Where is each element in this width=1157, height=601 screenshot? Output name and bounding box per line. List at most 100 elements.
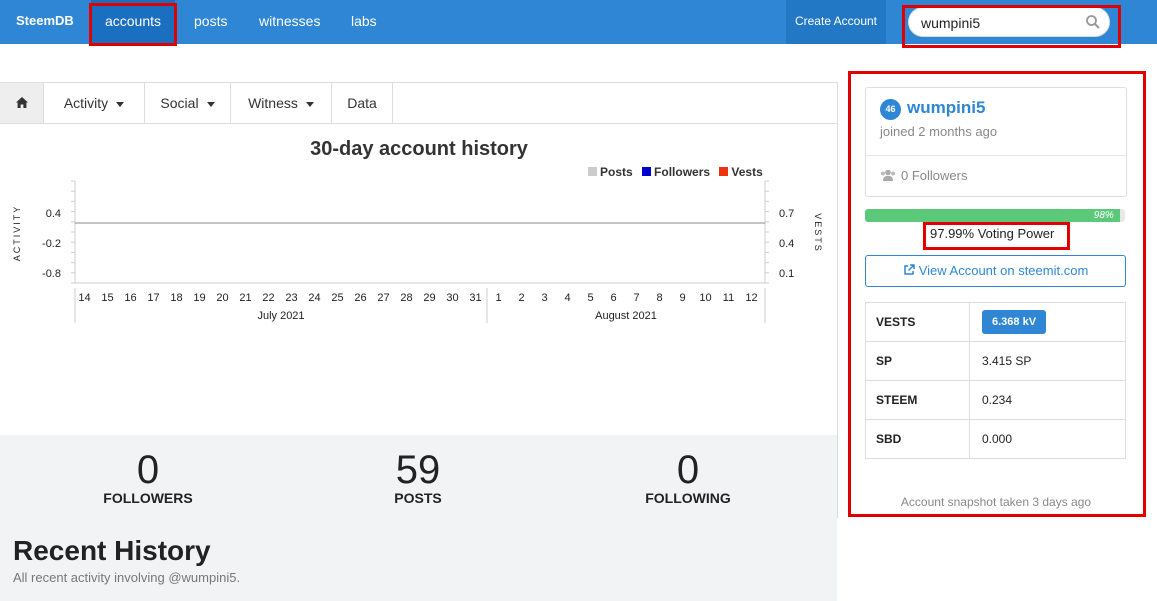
recent-history-title: Recent History bbox=[13, 535, 211, 566]
tab-activity[interactable]: Activity bbox=[44, 83, 145, 123]
x-tick-label: 17 bbox=[147, 292, 159, 304]
y-tick-label: -0.8 bbox=[42, 268, 61, 280]
recent-history-subtitle: All recent activity involving @wumpini5. bbox=[13, 570, 241, 585]
nav-accounts[interactable]: accounts bbox=[91, 0, 175, 44]
home-icon bbox=[15, 97, 28, 108]
x-tick-label: 10 bbox=[699, 292, 711, 304]
stat-value: 0 bbox=[136, 448, 160, 492]
stat-posts[interactable]: 59 POSTS bbox=[318, 447, 518, 506]
search-icon[interactable] bbox=[1085, 14, 1101, 30]
y-axis-label: VESTS bbox=[813, 213, 823, 253]
tab-activity-label: Activity bbox=[63, 95, 109, 111]
chevron-down-icon bbox=[206, 101, 215, 107]
nav-posts[interactable]: posts bbox=[194, 0, 227, 44]
balance-key: SBD bbox=[865, 419, 970, 459]
nav-labs[interactable]: labs bbox=[351, 0, 377, 44]
x-tick-label: 27 bbox=[377, 292, 389, 304]
stats-section: 0 FOLLOWERS 59 POSTS 0 FOLLOWING Recent … bbox=[0, 435, 837, 601]
search-input[interactable] bbox=[921, 13, 1081, 33]
tab-social[interactable]: Social bbox=[145, 83, 231, 123]
x-tick-label: 20 bbox=[216, 292, 228, 304]
external-link-icon bbox=[903, 264, 915, 275]
x-tick-label: 24 bbox=[308, 292, 320, 304]
voting-power-fill: 98% bbox=[865, 209, 1120, 222]
account-subnav: Activity Social Witness Data bbox=[0, 83, 837, 124]
stat-value: 0 bbox=[676, 448, 700, 492]
balance-key: STEEM bbox=[865, 380, 970, 420]
y-tick-label: 0.1 bbox=[779, 268, 794, 280]
y-tick-label: 0.4 bbox=[46, 208, 61, 220]
balance-value: 0.000 bbox=[969, 419, 1126, 459]
stat-following[interactable]: 0 FOLLOWING bbox=[588, 447, 788, 506]
y-tick-label: 0.7 bbox=[779, 208, 794, 220]
tab-witness[interactable]: Witness bbox=[231, 83, 332, 123]
table-row: SP 3.415 SP bbox=[865, 341, 1126, 381]
x-tick-label: 3 bbox=[541, 292, 547, 304]
x-tick-label: 25 bbox=[331, 292, 343, 304]
tab-data-label: Data bbox=[347, 95, 377, 111]
x-tick-label: 9 bbox=[679, 292, 685, 304]
y-tick-label: 0.4 bbox=[779, 238, 794, 250]
tab-social-label: Social bbox=[160, 95, 199, 111]
x-tick-label: 8 bbox=[656, 292, 662, 304]
tab-witness-label: Witness bbox=[248, 95, 298, 111]
x-group-label: August 2021 bbox=[595, 310, 657, 322]
x-tick-label: 18 bbox=[170, 292, 182, 304]
x-tick-label: 1 bbox=[495, 292, 501, 304]
balances-table: VESTS 6.368 kV SP 3.415 SP STEEM 0.234 S… bbox=[865, 302, 1126, 459]
stat-label: POSTS bbox=[394, 490, 442, 506]
vests-badge[interactable]: 6.368 kV bbox=[982, 310, 1047, 334]
x-tick-label: 5 bbox=[587, 292, 593, 304]
followers-label: 0 Followers bbox=[901, 168, 968, 183]
x-tick-label: 26 bbox=[354, 292, 366, 304]
followers-count: 0 Followers bbox=[880, 168, 967, 183]
divider bbox=[866, 155, 1126, 156]
table-row: VESTS 6.368 kV bbox=[865, 302, 1126, 342]
account-sidebar: 46 wumpini5 joined 2 months ago 0 Follow… bbox=[850, 72, 1145, 518]
x-tick-label: 11 bbox=[723, 292, 734, 304]
x-tick-label: 31 bbox=[469, 292, 481, 304]
x-tick-label: 30 bbox=[446, 292, 458, 304]
stat-value: 59 bbox=[395, 448, 441, 492]
reputation-badge: 46 bbox=[880, 99, 901, 120]
nav-witnesses[interactable]: witnesses bbox=[259, 0, 320, 44]
balance-value: 0.234 bbox=[969, 380, 1126, 420]
x-tick-label: 22 bbox=[262, 292, 274, 304]
search-box bbox=[908, 7, 1110, 37]
x-tick-label: 15 bbox=[101, 292, 113, 304]
profile-card: 46 wumpini5 joined 2 months ago 0 Follow… bbox=[865, 87, 1127, 197]
view-on-steemit-button[interactable]: View Account on steemit.com bbox=[865, 255, 1126, 287]
x-tick-label: 4 bbox=[564, 292, 570, 304]
balance-value: 3.415 SP bbox=[969, 341, 1126, 381]
x-tick-label: 6 bbox=[610, 292, 616, 304]
create-account-link[interactable]: Create Account bbox=[786, 0, 886, 44]
tab-data[interactable]: Data bbox=[332, 83, 393, 123]
table-row: STEEM 0.234 bbox=[865, 380, 1126, 420]
table-row: SBD 0.000 bbox=[865, 419, 1126, 459]
chevron-down-icon bbox=[305, 101, 314, 107]
main-panel: Activity Social Witness Data 30-day acco… bbox=[0, 82, 838, 601]
y-tick-label: -0.2 bbox=[42, 238, 61, 250]
snapshot-note: Account snapshot taken 3 days ago bbox=[900, 495, 1092, 509]
balance-key: SP bbox=[865, 341, 970, 381]
balance-value: 6.368 kV bbox=[969, 302, 1126, 342]
chevron-down-icon bbox=[116, 101, 125, 107]
y-axis-label: ACTIVITY bbox=[12, 205, 22, 262]
top-navbar: SteemDB accounts posts witnesses labs Cr… bbox=[0, 0, 1157, 44]
chart-title: 30-day account history bbox=[310, 138, 528, 160]
voting-power-text: 97.99% Voting Power bbox=[930, 226, 1055, 241]
x-tick-label: 16 bbox=[124, 292, 136, 304]
x-tick-label: 23 bbox=[285, 292, 297, 304]
x-group-label: July 2021 bbox=[257, 310, 304, 322]
stat-followers[interactable]: 0 FOLLOWERS bbox=[48, 447, 248, 506]
x-tick-label: 2 bbox=[518, 292, 524, 304]
x-tick-label: 29 bbox=[423, 292, 435, 304]
x-tick-label: 21 bbox=[239, 292, 251, 304]
history-chart: 0.4-0.2-0.80.70.40.1ACTIVITY VESTS14 15 16 1… bbox=[12, 180, 823, 323]
brand-logo[interactable]: SteemDB bbox=[16, 13, 74, 28]
voting-power-bar: 98% bbox=[865, 209, 1125, 222]
account-name[interactable]: wumpini5 bbox=[907, 98, 985, 118]
tab-home[interactable] bbox=[0, 83, 44, 123]
x-tick-label: 28 bbox=[400, 292, 412, 304]
joined-text: joined 2 months ago bbox=[880, 124, 998, 139]
